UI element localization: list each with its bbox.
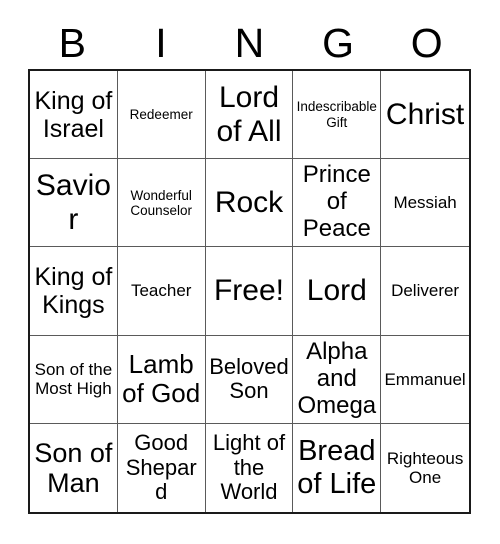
bingo-cell-label: Savior	[35, 169, 111, 236]
bingo-cell-r4-c3[interactable]: Beloved Son	[205, 335, 294, 424]
bingo-cell-r3-c1[interactable]: King of Kings	[30, 247, 118, 336]
bingo-cell-label: Son of the Most High	[34, 360, 113, 399]
bingo-header-letter-o: O	[410, 19, 443, 66]
bingo-cell-r4-c4[interactable]: Alpha and Omega	[293, 335, 382, 424]
bingo-cell-r5-c5[interactable]: Righteous One	[381, 423, 469, 512]
bingo-header-letter-i: I	[155, 19, 167, 66]
bingo-cell-label: Free!	[213, 274, 284, 308]
bingo-card: B I N G O King of Israel Redeemer Lord of All I…	[0, 0, 500, 544]
bingo-cell-label: Light of the World	[212, 429, 286, 505]
bingo-cell-r3-c2[interactable]: Teacher	[117, 247, 206, 336]
bingo-cell-label: Deliverer	[391, 281, 460, 301]
bingo-header-letter-b: B	[58, 19, 86, 66]
bingo-cell-label: Good Shepard	[125, 429, 197, 505]
bingo-cell-label: Beloved Son	[209, 353, 289, 404]
bingo-cell-r1-c4[interactable]: Indescribable Gift	[293, 71, 382, 160]
bingo-cell-r2-c3[interactable]: Rock	[205, 159, 294, 248]
bingo-cell-r4-c1[interactable]: Son of the Most High	[30, 335, 118, 424]
bingo-cell-label: Son of Man	[34, 437, 113, 498]
bingo-free-space[interactable]: Free!	[205, 247, 294, 336]
bingo-cell-label: Rock	[214, 185, 284, 219]
bingo-cell-label: Wonderful Counselor	[130, 187, 192, 218]
bingo-cell-r1-c3[interactable]: Lord of All	[205, 71, 294, 160]
bingo-cell-r2-c5[interactable]: Messiah	[381, 159, 469, 248]
bingo-cell-label: Indescribable Gift	[296, 99, 377, 130]
bingo-cell-label: Christ	[385, 97, 465, 131]
bingo-header-letter-g: G	[322, 19, 355, 66]
bingo-cell-label: King of Israel	[34, 86, 113, 143]
bingo-cell-label: Lord of All	[216, 81, 282, 148]
bingo-cell-r3-c5[interactable]: Deliverer	[381, 247, 469, 336]
bingo-header-letter-n: N	[234, 19, 265, 66]
bingo-cell-r1-c5[interactable]: Christ	[381, 71, 469, 160]
bingo-cell-r5-c4[interactable]: Bread of Life	[293, 423, 382, 512]
bingo-cell-r5-c1[interactable]: Son of Man	[30, 423, 118, 512]
bingo-cell-r5-c2[interactable]: Good Shepard	[117, 423, 206, 512]
bingo-cell-label: Bread of Life	[297, 435, 377, 500]
bingo-cell-label: King of Kings	[34, 262, 113, 319]
bingo-cell-r3-c4[interactable]: Lord	[293, 247, 382, 336]
bingo-cell-r5-c3[interactable]: Light of the World	[205, 423, 294, 512]
bingo-cell-r1-c1[interactable]: King of Israel	[30, 71, 118, 160]
bingo-cell-label: Lord	[306, 274, 367, 308]
bingo-cell-r2-c2[interactable]: Wonderful Counselor	[117, 159, 206, 248]
bingo-cell-r1-c2[interactable]: Redeemer	[117, 71, 206, 160]
bingo-cell-r4-c2[interactable]: Lamb of God	[117, 335, 206, 424]
bingo-cell-label: Prince of Peace	[302, 161, 371, 243]
bingo-cell-label: Teacher	[130, 281, 192, 301]
bingo-cell-label: Alpha and Omega	[297, 337, 377, 419]
bingo-cell-r4-c5[interactable]: Emmanuel	[381, 335, 469, 424]
bingo-cell-r2-c1[interactable]: Savior	[30, 159, 118, 248]
bingo-header: BINGO	[28, 18, 471, 68]
bingo-cell-label: Righteous One	[386, 448, 464, 487]
bingo-cell-label: Redeemer	[129, 107, 193, 123]
bingo-cell-label: Messiah	[393, 193, 457, 213]
bingo-cell-label: Lamb of God	[122, 349, 201, 409]
bingo-cell-label: Emmanuel	[384, 369, 466, 389]
bingo-grid: King of Israel Redeemer Lord of All Indescr…	[28, 69, 471, 514]
bingo-cell-r2-c4[interactable]: Prince of Peace	[293, 159, 382, 248]
